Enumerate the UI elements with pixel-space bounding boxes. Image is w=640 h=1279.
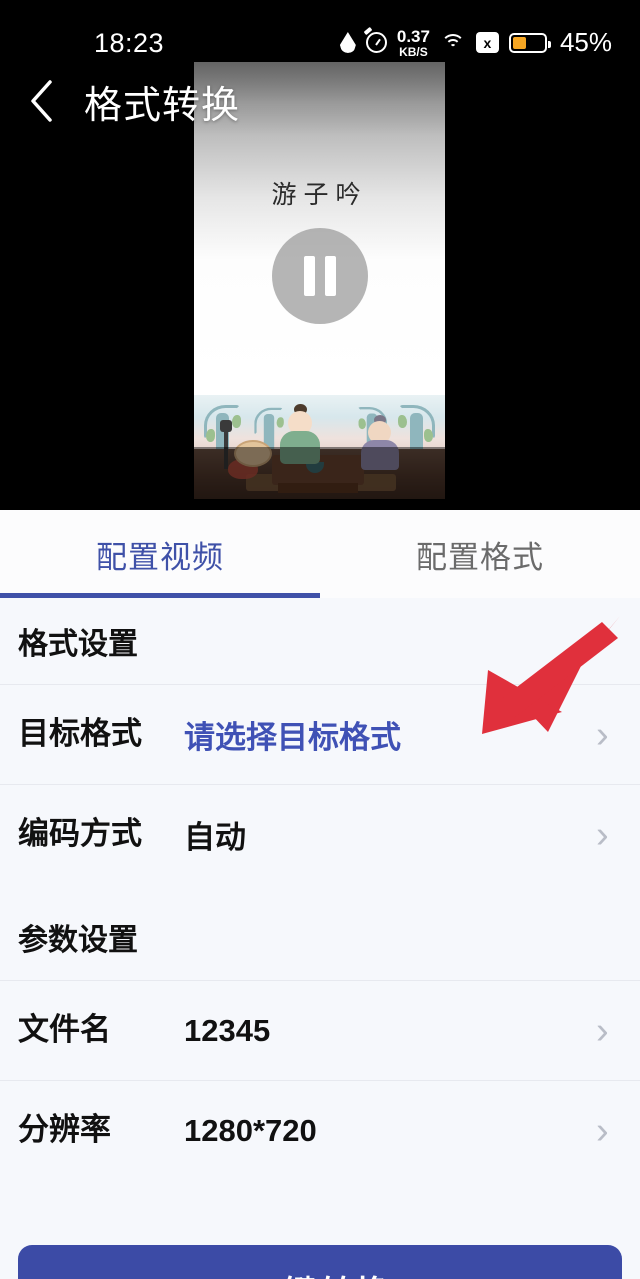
row-value: 12345 (184, 1012, 271, 1048)
alarm-icon (365, 32, 387, 53)
convert-button[interactable]: 一键转换 (18, 1245, 622, 1279)
battery-percent: 45% (559, 27, 612, 57)
wifi-icon (440, 32, 466, 53)
playback-controls (0, 447, 640, 510)
tab-configure-video[interactable]: 配置视频 (0, 510, 320, 598)
tab-active-indicator (0, 593, 320, 598)
status-bar: 18:23 0.37 KB/S x 45% (0, 0, 640, 62)
no-sim-icon: x (475, 32, 499, 53)
navigation-bar: 格式转换 (0, 62, 640, 140)
tab-bar: 配置视频 配置格式 (0, 510, 640, 598)
battery-icon (508, 32, 551, 53)
section-title-parameters: 参数设置 (18, 924, 138, 957)
pause-button[interactable] (272, 228, 368, 324)
poem-title: 游子吟 (271, 180, 368, 209)
row-label: 目标格式 (18, 716, 142, 752)
section-divider (0, 884, 640, 894)
annotation-arrow-icon (482, 616, 620, 734)
chevron-left-icon (31, 80, 52, 122)
chevron-right-icon: › (596, 1009, 609, 1052)
row-value: 自动 (184, 820, 246, 855)
status-time: 18:23 (94, 28, 165, 58)
back-button[interactable] (0, 62, 84, 140)
network-speed: 0.37 KB/S (397, 28, 430, 58)
chevron-right-icon: › (596, 813, 609, 856)
status-icons: 0.37 KB/S x 45% (339, 27, 612, 58)
row-file-name[interactable]: 文件名 12345 › (0, 980, 640, 1080)
chevron-right-icon: › (596, 1109, 609, 1152)
network-speed-value: 0.37 (396, 26, 430, 46)
row-resolution[interactable]: 分辨率 1280*720 › (0, 1080, 640, 1180)
row-encoding-mode[interactable]: 编码方式 自动 › (0, 784, 640, 884)
row-label: 编码方式 (18, 816, 142, 852)
phone-screen: 游子吟 格式转换 18:23 0.37 KB/S x 45% 配置视频 配置格式… (0, 0, 640, 1279)
row-label: 文件名 (18, 1012, 111, 1048)
row-label: 分辨率 (18, 1112, 111, 1148)
tab-configure-format[interactable]: 配置格式 (320, 510, 640, 598)
water-drop-icon (339, 32, 356, 53)
page-title: 格式转换 (84, 84, 241, 127)
network-speed-unit: KB/S (399, 44, 428, 59)
row-value: 1280*720 (184, 1112, 317, 1148)
